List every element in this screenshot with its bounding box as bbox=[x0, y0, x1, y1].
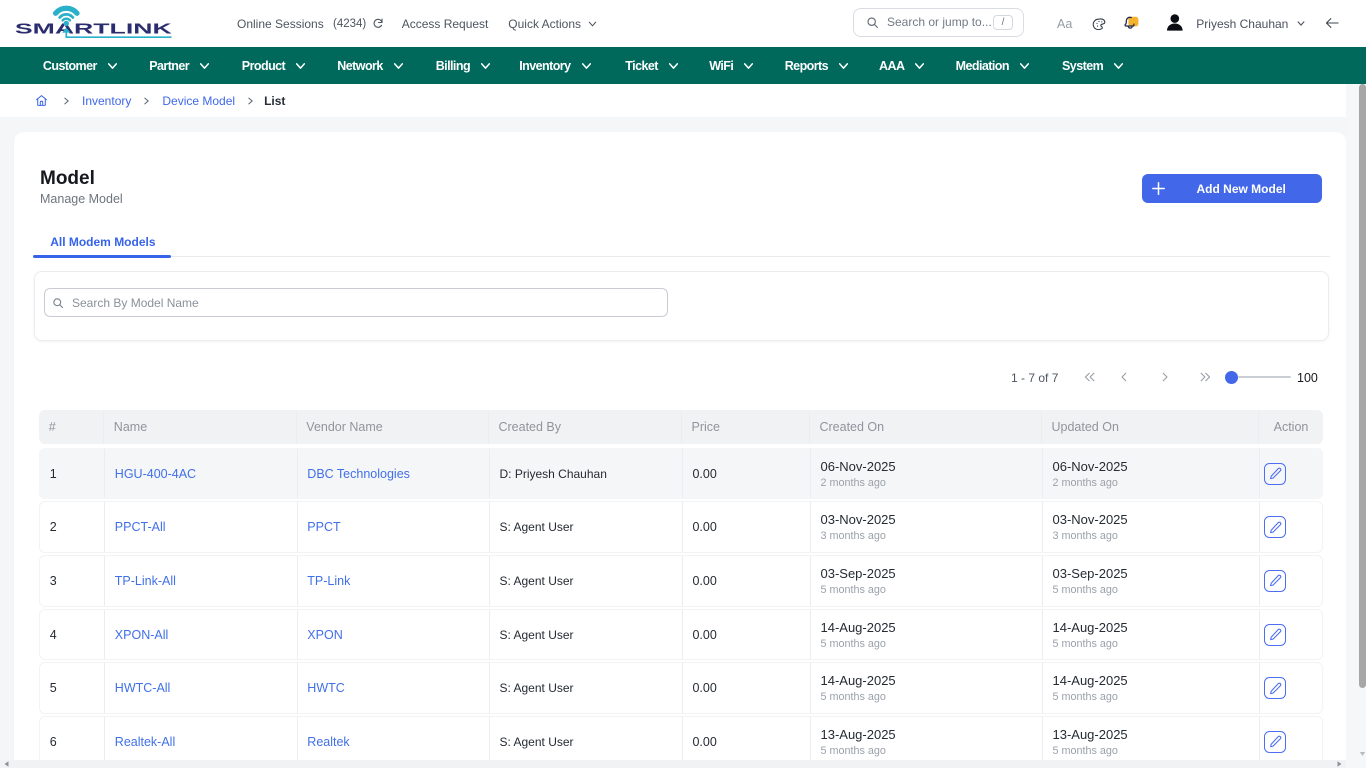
svg-text:SMARTLINK: SMARTLINK bbox=[15, 20, 172, 37]
